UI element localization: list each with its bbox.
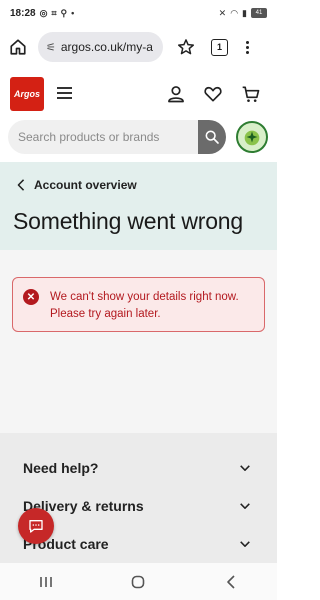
search-button[interactable] — [198, 120, 226, 154]
star-icon — [177, 39, 195, 55]
browser-menu-button[interactable] — [242, 36, 252, 58]
menu-line — [57, 97, 72, 99]
walking-icon: ⚲ — [60, 7, 68, 18]
trolley-icon — [242, 86, 260, 102]
wifi-icon: ◠ — [230, 7, 239, 18]
account-icon — [168, 86, 184, 103]
tab-switcher-button[interactable]: 1 — [211, 38, 228, 56]
chevron-down-icon — [240, 541, 250, 547]
tab-count: 1 — [216, 42, 222, 52]
account-button[interactable] — [166, 84, 186, 104]
bookmark-button[interactable] — [175, 36, 197, 58]
accordion-label: Need help? — [23, 460, 99, 476]
account-overview-link[interactable]: Account overview — [16, 178, 137, 192]
page-header-band: Account overview Something went wrong — [0, 162, 277, 250]
recents-icon — [40, 576, 52, 587]
status-bar: 18:28 ◎ ⌗ ⚲ • ✕ ◠ ▮ 41 — [0, 0, 277, 26]
heart-icon — [204, 86, 222, 102]
main-content: ✕ We can't show your details right now. … — [0, 250, 277, 433]
whatsapp-icon: ◎ — [39, 7, 48, 18]
search-icon — [205, 130, 219, 144]
system-nav-bar — [0, 563, 277, 600]
status-time: 18:28 — [10, 7, 36, 19]
screenshot-icon: ⌗ — [51, 7, 57, 18]
error-alert: ✕ We can't show your details right now. … — [12, 277, 265, 332]
menu-dot — [245, 40, 249, 44]
status-right: ✕ ◠ ▮ 41 — [219, 8, 267, 19]
home-button[interactable] — [6, 35, 30, 59]
dot-icon: • — [71, 8, 75, 18]
site-header: Argos — [0, 68, 277, 120]
basket-button[interactable] — [241, 84, 261, 104]
chevron-down-icon — [240, 503, 250, 509]
home-icon — [10, 39, 26, 55]
back-link-label: Account overview — [34, 178, 137, 192]
search-row: Search products or brands — [0, 120, 277, 162]
error-icon: ✕ — [23, 289, 39, 305]
menu-dot — [245, 50, 249, 54]
back-arrow-icon — [227, 574, 235, 589]
menu-line — [57, 92, 72, 94]
menu-dot — [245, 45, 249, 49]
error-message-line1: We can't show your details right now. — [50, 291, 239, 303]
hamburger-menu-button[interactable] — [57, 87, 72, 99]
url-text: argos.co.uk/my-a — [60, 40, 153, 54]
site-settings-icon[interactable]: ⚟ — [46, 41, 56, 54]
chat-bubble-icon — [29, 520, 43, 533]
chevron-left-icon — [17, 179, 25, 191]
assistant-avatar-button[interactable] — [236, 121, 268, 153]
home-circle-icon — [132, 575, 145, 588]
footer-links: Need help? Delivery & returns Product ca… — [0, 433, 277, 563]
signal-icon: ▮ — [242, 7, 247, 18]
recent-apps-button[interactable] — [31, 570, 61, 594]
chevron-down-icon — [240, 465, 250, 471]
home-nav-button[interactable] — [123, 570, 153, 594]
menu-line — [57, 87, 72, 89]
error-message-line2: Please try again later. — [50, 308, 161, 320]
error-message: We can't show your details right now. Pl… — [50, 289, 260, 323]
status-left: 18:28 ◎ ⌗ ⚲ • — [10, 8, 74, 19]
search-placeholder: Search products or brands — [18, 130, 160, 144]
address-bar[interactable]: ⚟ argos.co.uk/my-a — [38, 32, 163, 62]
page-title: Something went wrong — [13, 208, 243, 234]
argos-logo[interactable]: Argos — [10, 77, 44, 111]
accordion-need-help[interactable]: Need help? — [0, 451, 277, 487]
mute-icon: ✕ — [218, 7, 227, 18]
browser-toolbar: ⚟ argos.co.uk/my-a 1 — [0, 26, 277, 68]
search-input[interactable]: Search products or brands — [8, 120, 198, 154]
back-nav-button[interactable] — [216, 570, 246, 594]
chat-button[interactable] — [18, 508, 54, 544]
sparkle-icon — [244, 130, 260, 146]
wishlist-button[interactable] — [203, 84, 223, 104]
battery-icon: 41 — [251, 8, 267, 18]
